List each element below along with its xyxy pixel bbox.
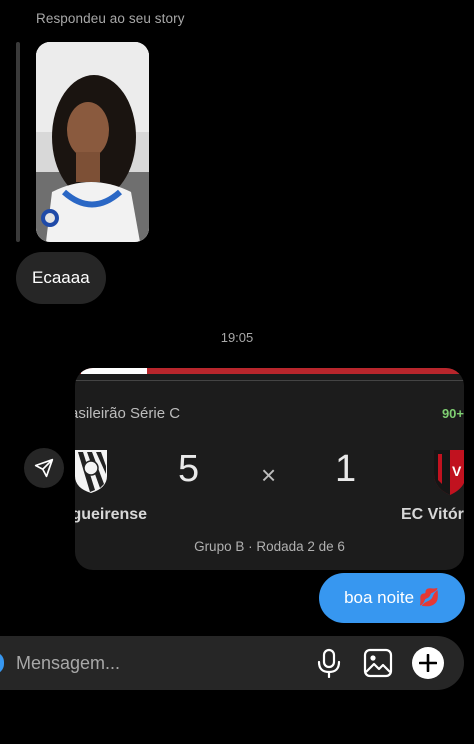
gallery-button[interactable] <box>363 648 393 678</box>
microphone-icon <box>317 648 341 679</box>
round-info: Grupo B · Rodada 2 de 6 <box>194 539 345 554</box>
message-timestamp: 19:05 <box>220 330 254 345</box>
story-reply-caption: Respondeu ao seu story <box>36 11 185 26</box>
away-team-name: EC Vitóri <box>401 506 464 523</box>
shared-score-card[interactable]: rasileirão Série C 90+ 5 × 1 V igueirens… <box>75 368 464 570</box>
card-divider <box>75 380 464 381</box>
add-button[interactable] <box>412 647 444 679</box>
away-score: 1 <box>335 448 357 490</box>
match-status: 90+ <box>441 406 464 421</box>
home-team-logo <box>75 450 107 493</box>
plus-circle-icon <box>419 654 437 672</box>
away-team-logo: V <box>434 450 464 495</box>
message-input[interactable] <box>16 651 276 675</box>
image-icon <box>363 648 393 678</box>
incoming-message-bubble[interactable]: Ecaaaa <box>16 252 106 304</box>
league-name: rasileirão Série C <box>75 405 181 422</box>
story-reply-bar <box>16 42 20 242</box>
voice-message-button[interactable] <box>316 648 342 679</box>
send-icon <box>34 458 54 478</box>
score-separator: × <box>261 460 277 490</box>
svg-text:V: V <box>452 463 462 479</box>
match-progress-fill <box>81 368 148 374</box>
share-button[interactable] <box>24 448 64 488</box>
story-thumbnail[interactable] <box>36 42 149 242</box>
home-score: 5 <box>178 448 200 490</box>
story-photo <box>36 42 149 242</box>
home-team-name: igueirense <box>75 506 148 523</box>
outgoing-message-bubble[interactable]: boa noite 💋 <box>319 573 465 623</box>
